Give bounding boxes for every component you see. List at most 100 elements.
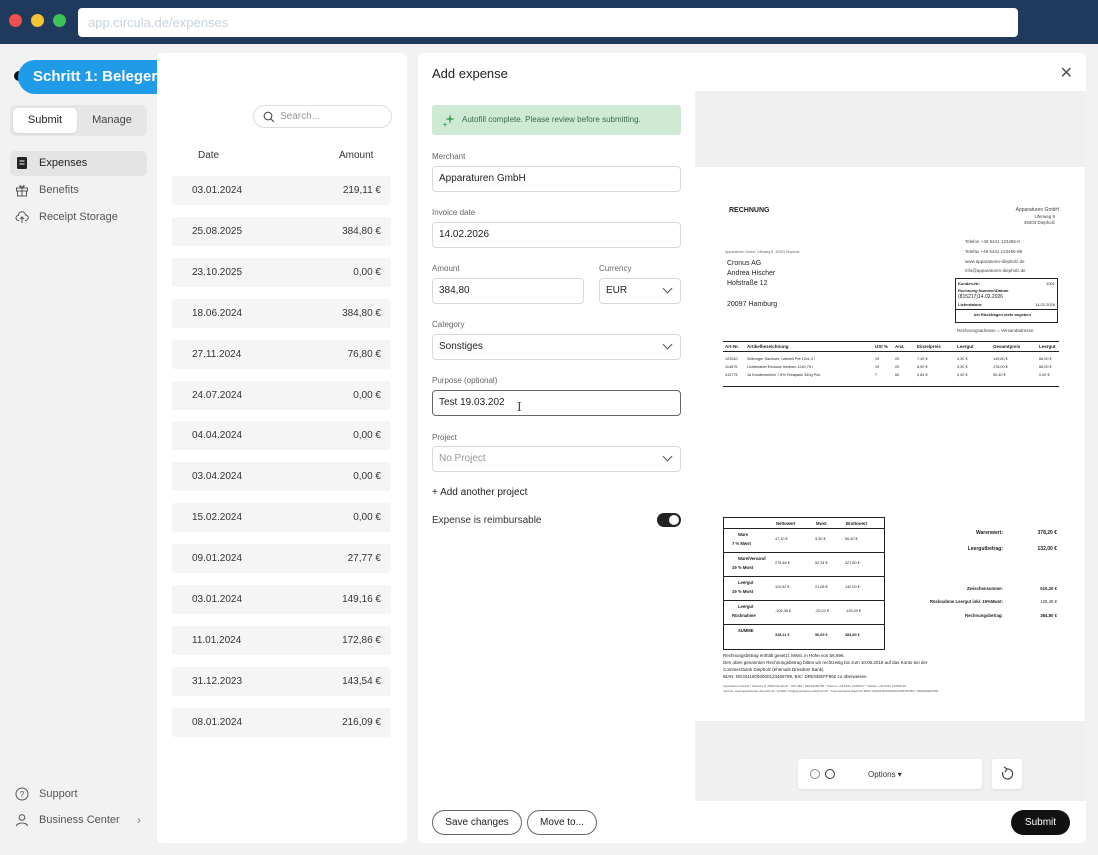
cloud-upload-icon [15,211,29,223]
row-amount: 216,09 € [342,716,381,728]
table-row[interactable]: 09.01.2024 27,77 € [172,544,391,574]
sidebar-item-benefits[interactable]: Benefits [10,178,147,203]
help-circle-icon: ? [15,787,29,801]
vat-cell: 56,69 € [815,633,828,637]
vat-cell: -20,02 € [815,609,829,613]
invoice-column-header: Leergut [957,344,974,349]
merchant-label: Merchant [432,152,466,161]
merchant-field[interactable]: Apparaturen GmbH [432,166,681,192]
sidebar-item-label: Benefits [39,184,79,196]
row-date: 24.07.2024 [192,389,243,401]
row-amount: 172,86 € [342,634,381,646]
zoom-out-icon[interactable] [810,769,820,779]
table-row[interactable]: 15.02.2024 0,00 € [172,503,391,533]
sidebar-item-label: Business Center [39,814,120,826]
sidebar-item-business-center[interactable]: Business Center › [10,809,147,831]
vat-cell: 52,34 € [815,561,828,565]
vat-cell: 50,40 € [845,537,858,541]
invoice-cell: Selburger Sachsen, naturell Pet 12x1,0 l [747,357,815,361]
address-note: Rechnungsadresse = Versandadresse [957,328,1034,333]
box-kunden-value: 1001 [1046,281,1055,286]
move-to-button[interactable]: Move to... [527,810,597,835]
vat-cell: 3,30 € [815,537,826,541]
vat-column-header: Bruttowert [846,521,868,526]
company-name: Apparaturen GmbH [1015,207,1059,213]
autofill-banner: Autofill complete. Please review before … [432,105,681,135]
column-header-amount[interactable]: Amount [339,150,373,161]
total-value: 125,40 € [1040,599,1057,604]
submit-button[interactable]: Submit [1011,810,1070,835]
invoice-cell: 50,40 € [993,373,1006,377]
window-maximize-dot[interactable] [53,14,66,27]
vat-column-header: Mwst [816,521,827,526]
currency-select[interactable]: EUR [599,278,681,304]
invoice-date-label: Invoice date [432,208,476,217]
table-row[interactable]: 03.04.2024 0,00 € [172,462,391,492]
project-label: Project [432,433,457,442]
recipient-line: 20097 Hamburg [727,301,778,308]
invoice-cell: 7,49 € [917,357,928,361]
save-changes-button[interactable]: Save changes [432,810,522,835]
row-amount: 219,11 € [342,185,381,196]
table-row[interactable]: 18.06.2024 384,80 € [172,298,391,328]
table-row[interactable]: 08.01.2024 216,09 € [172,707,391,737]
expense-list-panel: Search... Date Amount 03.01.2024 219,11 €… [157,53,407,843]
vat-row-divider [724,576,884,577]
chevron-down-icon [662,451,673,462]
sidebar-item-support[interactable]: ? Support [10,783,147,805]
row-date: 03.01.2024 [192,185,243,196]
row-date: 03.01.2024 [192,594,243,605]
table-row[interactable]: 31.12.2023 143,54 € [172,666,391,696]
add-project-link[interactable]: + Add another project [432,487,527,498]
total-label: Warenwert: [975,530,1003,536]
table-row[interactable]: 03.01.2024 219,11 € [172,176,391,205]
footer-line: Internet: www.apparaturen-diepholz.de * … [723,689,939,693]
invoice-column-header: Artikelbezeichnung [747,344,789,349]
reimbursable-toggle[interactable] [657,513,681,527]
sidebar-item-expenses[interactable]: Expenses [10,151,147,176]
column-header-date[interactable]: Date [198,150,219,161]
table-row[interactable]: 25.08.2025 384,80 € [172,216,391,246]
address-bar[interactable]: app.circula.de/expenses [78,8,1018,37]
row-amount: 0,00 € [353,430,381,442]
banner-text: Autofill complete. Please review before … [462,115,641,124]
vat-row-label: Ware [738,532,749,537]
vat-row-divider [724,528,884,529]
table-row[interactable]: 24.07.2024 0,00 € [172,380,391,410]
options-label: Options [868,770,896,779]
rotate-button[interactable] [992,759,1022,789]
zoom-in-icon[interactable] [825,769,835,779]
currency-label: Currency [599,264,632,273]
row-date: 18.06.2024 [192,307,243,319]
amount-field[interactable]: 384,80 [432,278,584,304]
invoice-cell: 123310 [725,357,738,361]
search-input[interactable]: Search... [253,105,392,128]
invoice-column-header: Art-Nr. [725,344,740,349]
invoice-cell: 60 [895,373,900,377]
window-minimize-dot[interactable] [31,14,44,27]
vat-cell: 110,92 € [775,585,790,589]
search-placeholder: Search... [280,111,321,122]
table-row[interactable]: 11.01.2024 172,86 € [172,625,391,655]
table-row[interactable]: 04.04.2024 0,00 € [172,421,391,451]
window-close-dot[interactable] [9,14,22,27]
close-icon[interactable]: ✕ [1060,63,1073,83]
table-row[interactable]: 03.01.2024 149,16 € [172,585,391,614]
row-amount: 384,80 € [342,225,381,237]
receipt-preview: RECHNUNG Apparaturen GmbH Uferweg 8 4920… [695,91,1086,801]
tab-manage[interactable]: Manage [80,108,144,133]
vat-row-label: SUMME [738,628,754,633]
project-select[interactable]: No Project [432,446,681,472]
table-row[interactable]: 23.10.2025 0,00 € [172,257,391,287]
invoice-date-field[interactable]: 14.02.2026 [432,222,681,248]
invoice-document: RECHNUNG Apparaturen GmbH Uferweg 8 4920… [695,167,1085,721]
vat-row-sublabel: 19 % Mwst [732,589,754,594]
table-row[interactable]: 27.11.2024 76,80 € [172,339,391,369]
purpose-field[interactable]: Test 19.03.202 I [432,390,681,416]
invoice-cell: 3,30 € [957,357,968,361]
tab-submit[interactable]: Submit [13,108,77,133]
total-value: 378,20 € [1037,530,1057,536]
sidebar-item-receipt-storage[interactable]: Receipt Storage [10,205,147,230]
category-select[interactable]: Sonstiges [432,334,681,360]
options-dropdown[interactable]: Options ▾ [868,770,902,779]
